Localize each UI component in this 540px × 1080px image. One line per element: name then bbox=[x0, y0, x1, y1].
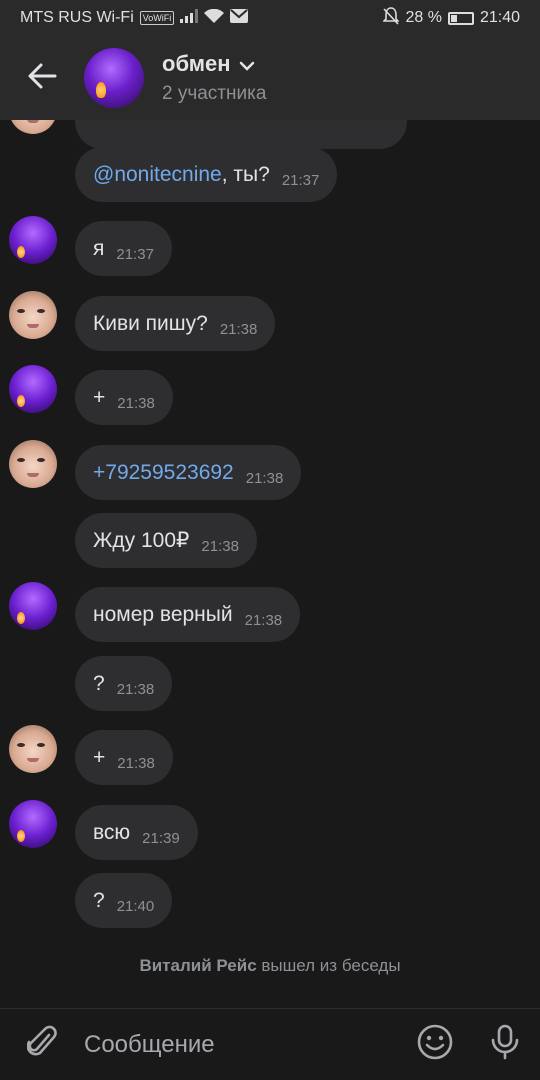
message-bubble[interactable]: + 21:38 bbox=[75, 370, 173, 425]
back-button[interactable] bbox=[0, 36, 84, 120]
chat-subtitle: 2 участника bbox=[162, 83, 267, 104]
message-bubble[interactable]: номер верный 21:38 bbox=[75, 587, 301, 642]
microphone-icon bbox=[490, 1024, 520, 1065]
mute-bell-icon bbox=[382, 6, 401, 30]
avatar[interactable] bbox=[9, 440, 57, 488]
wifi-icon bbox=[204, 8, 225, 28]
message-time: 21:37 bbox=[116, 246, 154, 263]
system-user-name[interactable]: Виталий Рейс bbox=[139, 956, 256, 975]
message-bubble-partial[interactable] bbox=[75, 120, 407, 149]
message-bubble[interactable]: ? 21:40 bbox=[75, 873, 173, 928]
avatar[interactable] bbox=[9, 291, 57, 339]
message-text: Жду 100₽ bbox=[93, 529, 190, 552]
message-composer bbox=[0, 1008, 540, 1080]
message-bubble[interactable]: я 21:37 bbox=[75, 221, 172, 276]
avatar[interactable] bbox=[9, 725, 57, 773]
message-time: 21:39 bbox=[142, 830, 180, 847]
system-message: Виталий Рейс вышел из беседы bbox=[0, 956, 540, 976]
message-time: 21:38 bbox=[245, 470, 284, 487]
chat-info[interactable]: обмен 2 участника bbox=[162, 51, 266, 105]
phone-link[interactable]: +79259523692 bbox=[93, 461, 234, 485]
vowifi-badge: VoWiFi bbox=[139, 11, 175, 25]
arrow-left-icon bbox=[27, 63, 57, 94]
battery-percent: 28 % bbox=[405, 9, 442, 26]
message-text: я bbox=[93, 236, 105, 260]
mention-link[interactable]: @nonitecnine bbox=[93, 163, 222, 186]
message-time: 21:38 bbox=[116, 681, 155, 698]
smiley-icon bbox=[417, 1024, 453, 1065]
message-text: + bbox=[93, 745, 106, 769]
message-text: Киви пишу? bbox=[93, 311, 208, 335]
mail-icon bbox=[230, 8, 249, 28]
message-time: 21:38 bbox=[244, 612, 283, 629]
message-text: номер верный bbox=[93, 602, 233, 626]
chat-avatar[interactable] bbox=[84, 48, 144, 108]
message-bubble[interactable]: @nonitecnine, ты? 21:37 bbox=[75, 147, 338, 202]
message-time: 21:37 bbox=[281, 172, 320, 189]
message-text: всю bbox=[93, 820, 131, 844]
message-text: ? bbox=[93, 671, 105, 695]
message-bubble[interactable]: Киви пишу? 21:38 bbox=[75, 296, 276, 351]
message-time: 21:38 bbox=[117, 395, 155, 412]
status-bar: MTS RUS Wi-Fi VoWiFi 28 % 21:40 bbox=[0, 0, 540, 36]
carrier-label: MTS RUS Wi-Fi bbox=[20, 9, 134, 26]
message-bubble[interactable]: всю 21:39 bbox=[75, 805, 198, 860]
message-text: + bbox=[93, 385, 106, 409]
signal-icon bbox=[180, 8, 199, 28]
avatar[interactable] bbox=[9, 120, 57, 134]
message-bubble[interactable]: Жду 100₽ 21:38 bbox=[75, 513, 257, 568]
avatar[interactable] bbox=[9, 800, 57, 848]
message-list[interactable]: @nonitecnine, ты? 21:37 я 21:37 Киви пиш… bbox=[0, 120, 540, 1008]
message-bubble[interactable]: +79259523692 21:38 bbox=[75, 445, 302, 500]
message-text: @nonitecnine, ты? bbox=[93, 162, 270, 186]
message-time: 21:38 bbox=[219, 321, 258, 338]
message-bubble[interactable]: + 21:38 bbox=[75, 730, 173, 785]
message-time: 21:40 bbox=[116, 898, 155, 915]
clock: 21:40 bbox=[479, 9, 520, 26]
attach-button[interactable] bbox=[0, 1009, 84, 1080]
battery-icon bbox=[447, 11, 474, 25]
voice-button[interactable] bbox=[470, 1009, 540, 1080]
chat-header: обмен 2 участника bbox=[0, 36, 540, 120]
avatar[interactable] bbox=[9, 216, 57, 264]
chevron-down-icon[interactable] bbox=[239, 51, 255, 77]
emoji-button[interactable] bbox=[400, 1009, 470, 1080]
avatar[interactable] bbox=[9, 582, 57, 630]
message-time: 21:38 bbox=[117, 755, 155, 772]
system-action: вышел из беседы bbox=[261, 956, 401, 975]
chat-title: обмен bbox=[162, 51, 231, 76]
avatar[interactable] bbox=[9, 365, 57, 413]
paperclip-icon bbox=[26, 1025, 57, 1064]
message-time: 21:38 bbox=[201, 538, 239, 555]
message-bubble[interactable]: ? 21:38 bbox=[75, 656, 173, 711]
message-text: ? bbox=[93, 888, 105, 912]
message-input[interactable] bbox=[84, 1030, 400, 1059]
